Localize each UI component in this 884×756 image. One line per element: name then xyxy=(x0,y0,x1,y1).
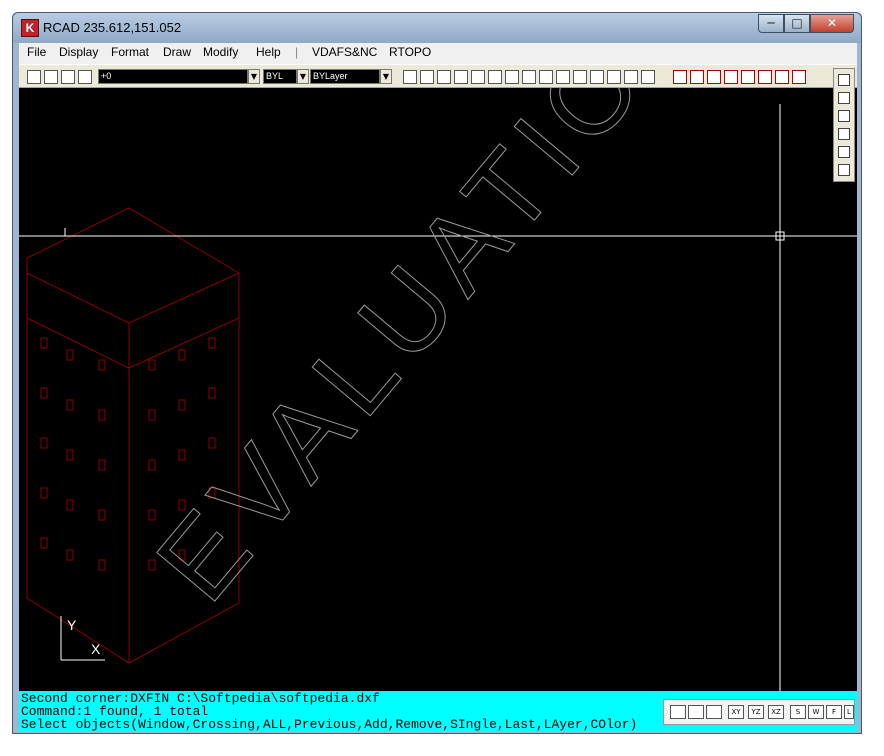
ucs-y-label: Y xyxy=(67,617,77,633)
view-zoom-icon[interactable] xyxy=(670,705,686,719)
save-file-icon[interactable] xyxy=(61,70,75,84)
view-target-icon[interactable] xyxy=(688,705,704,719)
undo-icon[interactable] xyxy=(792,70,806,84)
layer-select[interactable]: +0 xyxy=(98,69,248,84)
grid-icon[interactable] xyxy=(838,164,850,176)
redraw-icon[interactable] xyxy=(403,70,417,84)
layers-icon[interactable] xyxy=(838,74,850,86)
arc-icon[interactable] xyxy=(741,70,755,84)
help-icon[interactable] xyxy=(641,70,655,84)
zoom-all-icon[interactable] xyxy=(437,70,451,84)
properties-icon[interactable] xyxy=(838,92,850,104)
fill-icon[interactable] xyxy=(838,128,850,140)
fill-f-button[interactable]: F xyxy=(826,705,842,719)
ucs-x-label: X xyxy=(91,641,101,657)
menu-file[interactable]: File xyxy=(27,45,46,59)
snap-s-button[interactable]: S xyxy=(790,705,806,719)
view-xz-button[interactable]: XZ xyxy=(768,705,784,719)
view-yz-button[interactable]: YZ xyxy=(748,705,764,719)
wire-w-button[interactable]: W xyxy=(808,705,824,719)
line-icon[interactable] xyxy=(673,70,687,84)
menu-format[interactable]: Format xyxy=(111,45,149,59)
menu-draw[interactable]: Draw xyxy=(163,45,191,59)
curve-icon[interactable] xyxy=(590,70,604,84)
zoom-previous-icon[interactable] xyxy=(454,70,468,84)
main-toolbar: +0 ▼ BYL ▼ BYLayer ▼ xyxy=(19,64,857,88)
evaluation-watermark: EVALUATION. xyxy=(133,88,755,623)
rcad-logo-icon[interactable]: K xyxy=(21,19,39,37)
linetype-dropdown-arrow[interactable]: ▼ xyxy=(380,69,392,84)
maximize-button[interactable]: □ xyxy=(784,14,810,33)
view-xy-button[interactable]: XY xyxy=(728,705,744,719)
delete-icon[interactable] xyxy=(775,70,789,84)
angle-icon[interactable] xyxy=(556,70,570,84)
distance-icon[interactable] xyxy=(539,70,553,84)
point-icon[interactable] xyxy=(707,70,721,84)
window-title: RCAD 235.612,151.052 xyxy=(43,20,182,35)
menu-separator: | xyxy=(295,45,299,59)
region-icon[interactable] xyxy=(505,70,519,84)
zoom-window-icon[interactable] xyxy=(420,70,434,84)
print-icon[interactable] xyxy=(78,70,92,84)
menu-display[interactable]: Display xyxy=(59,45,98,59)
polyline-icon[interactable] xyxy=(690,70,704,84)
open-file-icon[interactable] xyxy=(44,70,58,84)
minimize-button[interactable]: ─ xyxy=(758,14,784,33)
close-button[interactable]: ✕ xyxy=(810,14,854,33)
command-prompt[interactable]: Select objects(Window,Crossing,ALL,Previ… xyxy=(21,718,637,731)
font-icon[interactable] xyxy=(488,70,502,84)
menu-modify[interactable]: Modify xyxy=(203,45,238,59)
color-dropdown-arrow[interactable]: ▼ xyxy=(297,69,309,84)
spline-icon[interactable] xyxy=(758,70,772,84)
hatch-icon[interactable] xyxy=(838,110,850,122)
drawing-svg: EVALUATION. Y X xyxy=(19,88,857,691)
menu-vdafs-nc[interactable]: VDAFS&NC xyxy=(312,45,377,59)
side-toolbar xyxy=(833,68,855,182)
circle-icon[interactable] xyxy=(724,70,738,84)
drawing-canvas[interactable]: EVALUATION. Y X xyxy=(19,88,857,691)
light-icon[interactable] xyxy=(838,146,850,158)
menu-rtopo[interactable]: RTOPO xyxy=(389,45,431,59)
linetype-select[interactable]: BYLayer xyxy=(310,69,380,84)
title-bar[interactable]: K RCAD 235.612,151.052 ─ □ ✕ xyxy=(13,13,861,43)
line-l-button[interactable]: L xyxy=(844,705,854,719)
layer-dropdown-arrow[interactable]: ▼ xyxy=(248,69,260,84)
menu-bar: File Display Format Draw Modify Help | V… xyxy=(19,43,857,64)
view-rotate-icon[interactable] xyxy=(706,705,722,719)
info-icon[interactable] xyxy=(624,70,638,84)
area-icon[interactable] xyxy=(573,70,587,84)
new-file-icon[interactable] xyxy=(27,70,41,84)
view-status-bar: XY YZ XZ S W F L xyxy=(663,699,855,725)
color-select[interactable]: BYL xyxy=(263,69,297,84)
menu-help[interactable]: Help xyxy=(256,45,281,59)
app-window: K RCAD 235.612,151.052 ─ □ ✕ File Displa… xyxy=(12,12,862,734)
snap-icon[interactable] xyxy=(522,70,536,84)
fence-icon[interactable] xyxy=(607,70,621,84)
pan-icon[interactable] xyxy=(471,70,485,84)
